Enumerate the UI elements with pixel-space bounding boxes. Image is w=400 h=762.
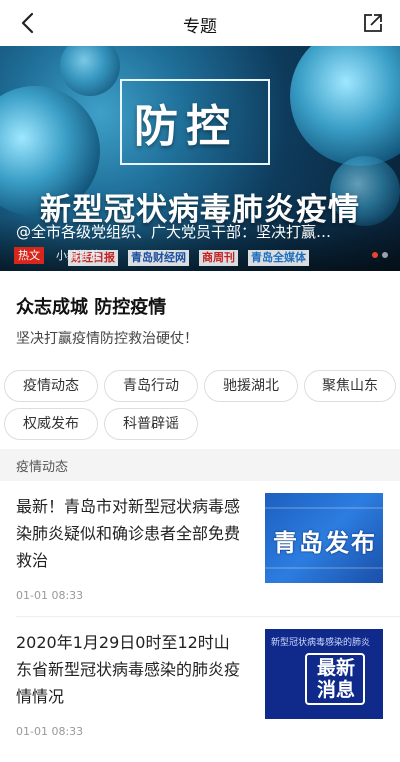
thumbnail-decoration xyxy=(265,507,383,509)
virus-decoration xyxy=(290,46,400,166)
tag-qingdao-action[interactable]: 青岛行动 xyxy=(104,370,198,402)
news-thumbnail: 青岛发布 xyxy=(265,493,383,583)
editor-pick-label: 小编推荐 xyxy=(56,249,100,262)
media-logo: 青岛全媒体 xyxy=(248,250,309,266)
section-header: 疫情动态 xyxy=(0,449,400,481)
tag-science-rumor[interactable]: 科普辟谣 xyxy=(104,408,198,440)
carousel-indicator[interactable] xyxy=(372,252,388,258)
topic-description: 坚决打赢疫情防控救治硬仗！ xyxy=(16,331,198,347)
tag-focus-shandong[interactable]: 聚焦山东 xyxy=(304,370,396,402)
thumbnail-text: 青岛发布 xyxy=(273,529,377,557)
banner-caption[interactable]: @全市各级党组织、广大党员干部：坚决打赢… xyxy=(16,221,366,242)
thumbnail-caption: 新型冠状病毒感染的肺炎 xyxy=(271,638,371,648)
thumbnail-decoration xyxy=(265,567,383,569)
topic-headline: 众志成城 防控疫情 xyxy=(16,297,167,318)
news-thumbnail: 新型冠状病毒感染的肺炎 最新消息 xyxy=(265,629,383,719)
section-title: 疫情动态 xyxy=(16,460,69,475)
news-item[interactable]: 2020年1月29日0时至12时山东省新型冠状病毒感染的肺炎疫情情况 01-01… xyxy=(0,617,400,753)
media-logo: 商周刊 xyxy=(199,250,238,266)
news-title: 最新！青岛市对新型冠状病毒感染肺炎疑似和确诊患者全部免费救治 xyxy=(16,497,241,570)
tag-official-release[interactable]: 权威发布 xyxy=(4,408,98,440)
news-time: 01-01 08:33 xyxy=(16,589,84,602)
share-icon xyxy=(364,14,382,32)
page-title: 专题 xyxy=(183,17,217,37)
featured-banner[interactable]: 防控 新型冠状病毒肺炎疫情 财经日报 青岛财经网 商周刊 青岛全媒体 @全市各级… xyxy=(0,46,400,271)
news-title: 2020年1月29日0时至12时山东省新型冠状病毒感染的肺炎疫情情况 xyxy=(16,633,241,706)
thumbnail-text: 最新消息 xyxy=(316,657,355,701)
hot-badge: 热文 xyxy=(14,247,44,264)
news-item[interactable]: 最新！青岛市对新型冠状病毒感染肺炎疑似和确诊患者全部免费救治 01-01 08:… xyxy=(0,481,400,617)
tag-aid-hubei[interactable]: 驰援湖北 xyxy=(204,370,298,402)
carousel-dot-active[interactable] xyxy=(372,252,378,258)
virus-decoration xyxy=(60,46,120,96)
share-button[interactable] xyxy=(360,10,386,36)
carousel-dot[interactable] xyxy=(382,252,388,258)
tag-epidemic-news[interactable]: 疫情动态 xyxy=(4,370,98,402)
media-logos: 财经日报 青岛财经网 商周刊 青岛全媒体 xyxy=(68,250,309,266)
news-time: 01-01 08:33 xyxy=(16,725,84,738)
top-nav-bar: 专题 xyxy=(0,0,400,46)
banner-big-word: 防控 xyxy=(134,101,238,152)
media-logo: 青岛财经网 xyxy=(128,250,189,266)
